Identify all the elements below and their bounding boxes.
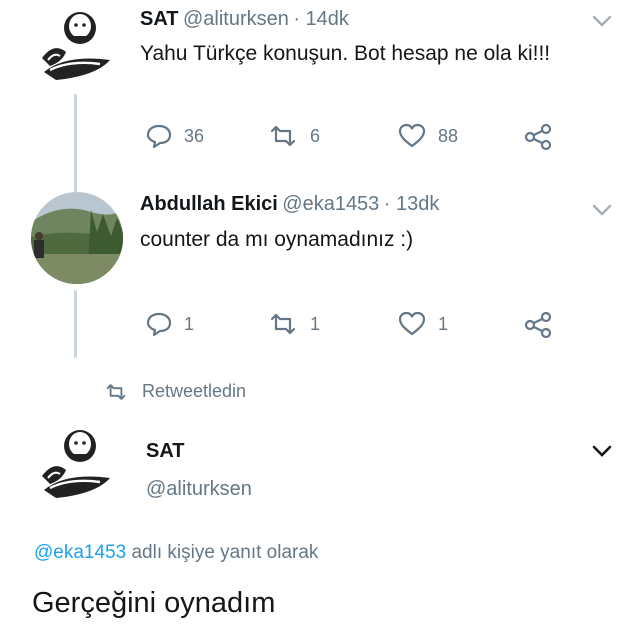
chevron-down-icon: [592, 445, 612, 457]
profile-photo-icon: [31, 192, 123, 284]
share-icon: [524, 123, 552, 151]
tweet-1-retweet-button[interactable]: 6: [268, 123, 320, 149]
ali-turksen-logo-icon: [42, 12, 110, 80]
tweet-2-reply-button[interactable]: 1: [146, 311, 194, 337]
tweet-2-like-count: 1: [438, 313, 449, 334]
tweet-1-menu-button[interactable]: [592, 14, 612, 32]
tweet-2-header: Abdullah Ekici @eka1453 · 13dk: [140, 193, 439, 216]
reply-to-line: @eka1453 adlı kişiye yanıt olarak: [34, 542, 318, 564]
tweet-1-reply-button[interactable]: 36: [146, 123, 204, 149]
reply-icon: [146, 124, 172, 149]
retweet-icon: [270, 125, 296, 147]
tweet-1-header: SAT @aliturksen · 14dk: [140, 8, 349, 31]
tweet-2-like-button[interactable]: 1: [398, 311, 448, 337]
reply-to-suffix: adlı kişiye yanıt olarak: [131, 542, 319, 563]
tweet-2-name[interactable]: Abdullah Ekici: [140, 193, 278, 215]
tweet-1-like-count: 88: [438, 125, 459, 146]
avatar-logo[interactable]: [36, 424, 116, 506]
tweet-2-retweet-count: 1: [310, 313, 321, 334]
avatar-logo[interactable]: [36, 6, 116, 88]
chevron-down-icon: [592, 204, 612, 216]
tweet-2-share-button[interactable]: [524, 311, 552, 339]
retweet-icon: [270, 313, 296, 335]
retweet-icon: [106, 383, 126, 400]
tweet-1-text: Yahu Türkçe konuşun. Bot hesap ne ola ki…: [140, 42, 551, 65]
tweet-2-reply-count: 1: [184, 313, 195, 334]
tweet-1-share-button[interactable]: [524, 123, 552, 151]
tweet-1-reply-count: 36: [184, 125, 205, 146]
thread-line-1: [74, 94, 77, 194]
main-tweet-menu-button[interactable]: [592, 444, 612, 462]
reply-icon: [146, 312, 172, 337]
retweet-context: Retweetledin: [104, 381, 246, 402]
reply-to-handle-link[interactable]: @eka1453: [34, 542, 126, 563]
main-tweet-name[interactable]: SAT: [146, 440, 185, 463]
retweet-context-label[interactable]: Retweetledin: [142, 381, 246, 402]
tweet-2-handle[interactable]: @eka1453: [282, 193, 379, 215]
tweet-1-retweet-count: 6: [310, 125, 321, 146]
tweet-2-time[interactable]: · 13dk: [384, 193, 440, 215]
share-icon: [524, 311, 552, 339]
heart-icon: [398, 311, 426, 336]
tweet-1-like-button[interactable]: 88: [398, 123, 458, 149]
thread-line-2: [74, 290, 77, 358]
main-tweet-text: Gerçeğini oynadım: [32, 587, 276, 619]
heart-icon: [398, 123, 426, 148]
ali-turksen-logo-icon: [42, 430, 110, 498]
tweet-1-name[interactable]: SAT: [140, 8, 179, 30]
chevron-down-icon: [592, 15, 612, 27]
tweet-2-text: counter da mı oynamadınız :): [140, 228, 414, 251]
main-tweet-handle[interactable]: @aliturksen: [146, 478, 252, 501]
tweet-2-retweet-button[interactable]: 1: [268, 311, 320, 337]
tweet-2-menu-button[interactable]: [592, 203, 612, 221]
tweet-1-handle[interactable]: @aliturksen: [183, 8, 289, 30]
tweet-1-time[interactable]: · 14dk: [293, 8, 349, 30]
avatar-abdullah-ekici[interactable]: [31, 192, 123, 284]
